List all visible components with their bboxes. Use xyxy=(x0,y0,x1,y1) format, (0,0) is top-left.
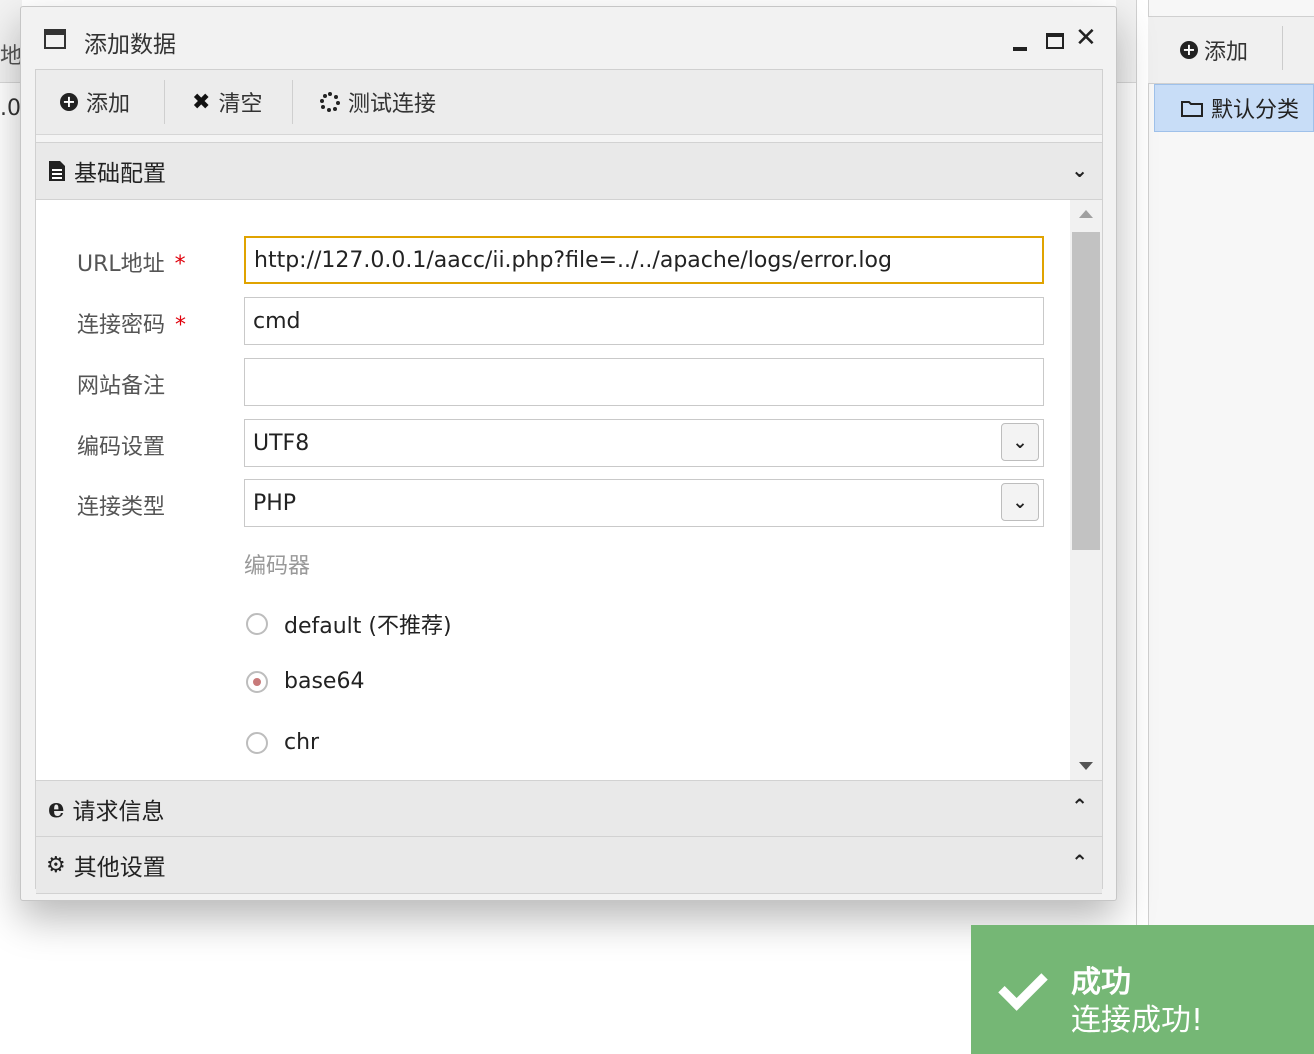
test-connection-button[interactable]: 测试连接 xyxy=(320,86,436,118)
scroll-up-icon[interactable] xyxy=(1079,210,1093,218)
section-other-label: 其他设置 xyxy=(73,855,166,881)
chevron-down-icon[interactable]: ⌄ xyxy=(1001,483,1039,521)
radio-button[interactable] xyxy=(246,670,268,693)
url-label: URL地址 * xyxy=(77,246,186,278)
add-button[interactable]: + 添加 xyxy=(60,86,130,118)
password-label-text: 连接密码 xyxy=(77,313,166,338)
scroll-down-icon[interactable] xyxy=(1079,762,1093,770)
category-item-label: 默认分类 xyxy=(1211,98,1300,123)
scrollbar-thumb[interactable] xyxy=(1072,232,1100,550)
section-request-label: 请求信息 xyxy=(72,799,165,825)
url-input[interactable]: http://127.0.0.1/aacc/ii.php?file=../../… xyxy=(244,236,1044,284)
panel-divider[interactable] xyxy=(1136,0,1137,1054)
encoding-label: 编码设置 xyxy=(77,435,166,460)
toolbar-separator xyxy=(292,80,293,124)
plus-circle-icon: + xyxy=(1180,41,1198,59)
ie-icon: e xyxy=(48,794,65,824)
encoding-select[interactable]: UTF8 ⌄ xyxy=(244,419,1044,467)
minimize-icon[interactable] xyxy=(1013,47,1027,51)
section-basic-label: 基础配置 xyxy=(74,161,166,187)
encoder-option-default[interactable]: default (不推荐) xyxy=(246,608,452,640)
maximize-icon[interactable] xyxy=(1046,33,1064,49)
background-label-partial: 地 xyxy=(0,44,23,69)
dialog-body: + 添加 ✖ 清空 测试连接 基础配置 ⌄ URL地址 * http://127… xyxy=(35,69,1103,894)
toast-message: 连接成功! xyxy=(1071,1003,1204,1038)
success-toast[interactable]: 成功 连接成功! xyxy=(971,925,1314,1054)
add-button-label: 添加 xyxy=(86,92,131,117)
close-icon: ✖ xyxy=(192,89,211,115)
folder-icon xyxy=(1181,101,1203,117)
background-value-partial: .0 xyxy=(0,96,21,121)
gears-icon: ⚙ xyxy=(46,852,66,878)
encoder-option-base64[interactable]: base64 xyxy=(246,669,364,694)
url-label-text: URL地址 xyxy=(77,252,165,277)
dialog-toolbar: + 添加 ✖ 清空 测试连接 xyxy=(36,70,1102,135)
category-add-label: 添加 xyxy=(1204,40,1249,65)
toolbar-separator xyxy=(164,80,165,124)
encoder-label: 编码器 xyxy=(244,554,311,579)
test-connection-label: 测试连接 xyxy=(348,92,437,117)
spinner-icon xyxy=(320,92,340,112)
category-panel xyxy=(1148,0,1314,1054)
clear-button-label: 清空 xyxy=(218,92,263,117)
required-mark: * xyxy=(175,313,187,338)
add-data-dialog: 添加数据 ✕ + 添加 ✖ 清空 测试连接 基础配置 ⌄ URL地址 * htt… xyxy=(20,6,1117,901)
note-input[interactable] xyxy=(244,358,1044,406)
category-item-default[interactable]: 默认分类 xyxy=(1154,84,1314,132)
section-other-settings[interactable]: ⚙ 其他设置 ⌃ xyxy=(36,836,1102,894)
chevron-up-icon[interactable]: ⌃ xyxy=(1071,850,1088,874)
type-select-value: PHP xyxy=(253,490,297,516)
encoding-select-value: UTF8 xyxy=(253,430,310,456)
encoder-option-chr[interactable]: chr xyxy=(246,730,319,755)
section-request-info[interactable]: e 请求信息 ⌃ xyxy=(36,780,1102,838)
chevron-up-icon[interactable]: ⌃ xyxy=(1071,794,1088,818)
password-label: 连接密码 * xyxy=(77,307,186,339)
plus-circle-icon: + xyxy=(60,93,78,111)
dialog-titlebar[interactable]: 添加数据 ✕ xyxy=(21,7,1116,71)
encoder-option-label: base64 xyxy=(284,669,365,694)
radio-button[interactable] xyxy=(246,613,268,635)
background-strip xyxy=(1116,0,1136,83)
type-select[interactable]: PHP ⌄ xyxy=(244,479,1044,527)
note-label: 网站备注 xyxy=(77,374,166,399)
category-add-button[interactable]: + 添加 xyxy=(1180,34,1248,66)
chevron-down-icon[interactable]: ⌄ xyxy=(1071,158,1088,182)
required-mark: * xyxy=(174,252,186,277)
window-icon xyxy=(44,29,66,49)
radio-button[interactable] xyxy=(246,731,268,754)
section-basic-config[interactable]: 基础配置 ⌄ xyxy=(36,142,1102,200)
check-icon xyxy=(998,961,1048,1011)
basic-config-form: URL地址 * http://127.0.0.1/aacc/ii.php?file… xyxy=(36,200,1102,780)
document-icon xyxy=(49,161,65,181)
toolbar-separator xyxy=(1282,26,1283,70)
encoder-option-label: chr xyxy=(284,730,320,755)
form-scrollbar[interactable] xyxy=(1070,200,1102,780)
clear-button[interactable]: ✖ 清空 xyxy=(192,86,262,118)
encoder-option-label: default (不推荐) xyxy=(284,614,452,639)
type-label: 连接类型 xyxy=(77,495,166,520)
close-icon[interactable]: ✕ xyxy=(1075,25,1097,51)
chevron-down-icon[interactable]: ⌄ xyxy=(1001,423,1039,461)
dialog-title: 添加数据 xyxy=(84,32,176,58)
password-input[interactable]: cmd xyxy=(244,297,1044,345)
